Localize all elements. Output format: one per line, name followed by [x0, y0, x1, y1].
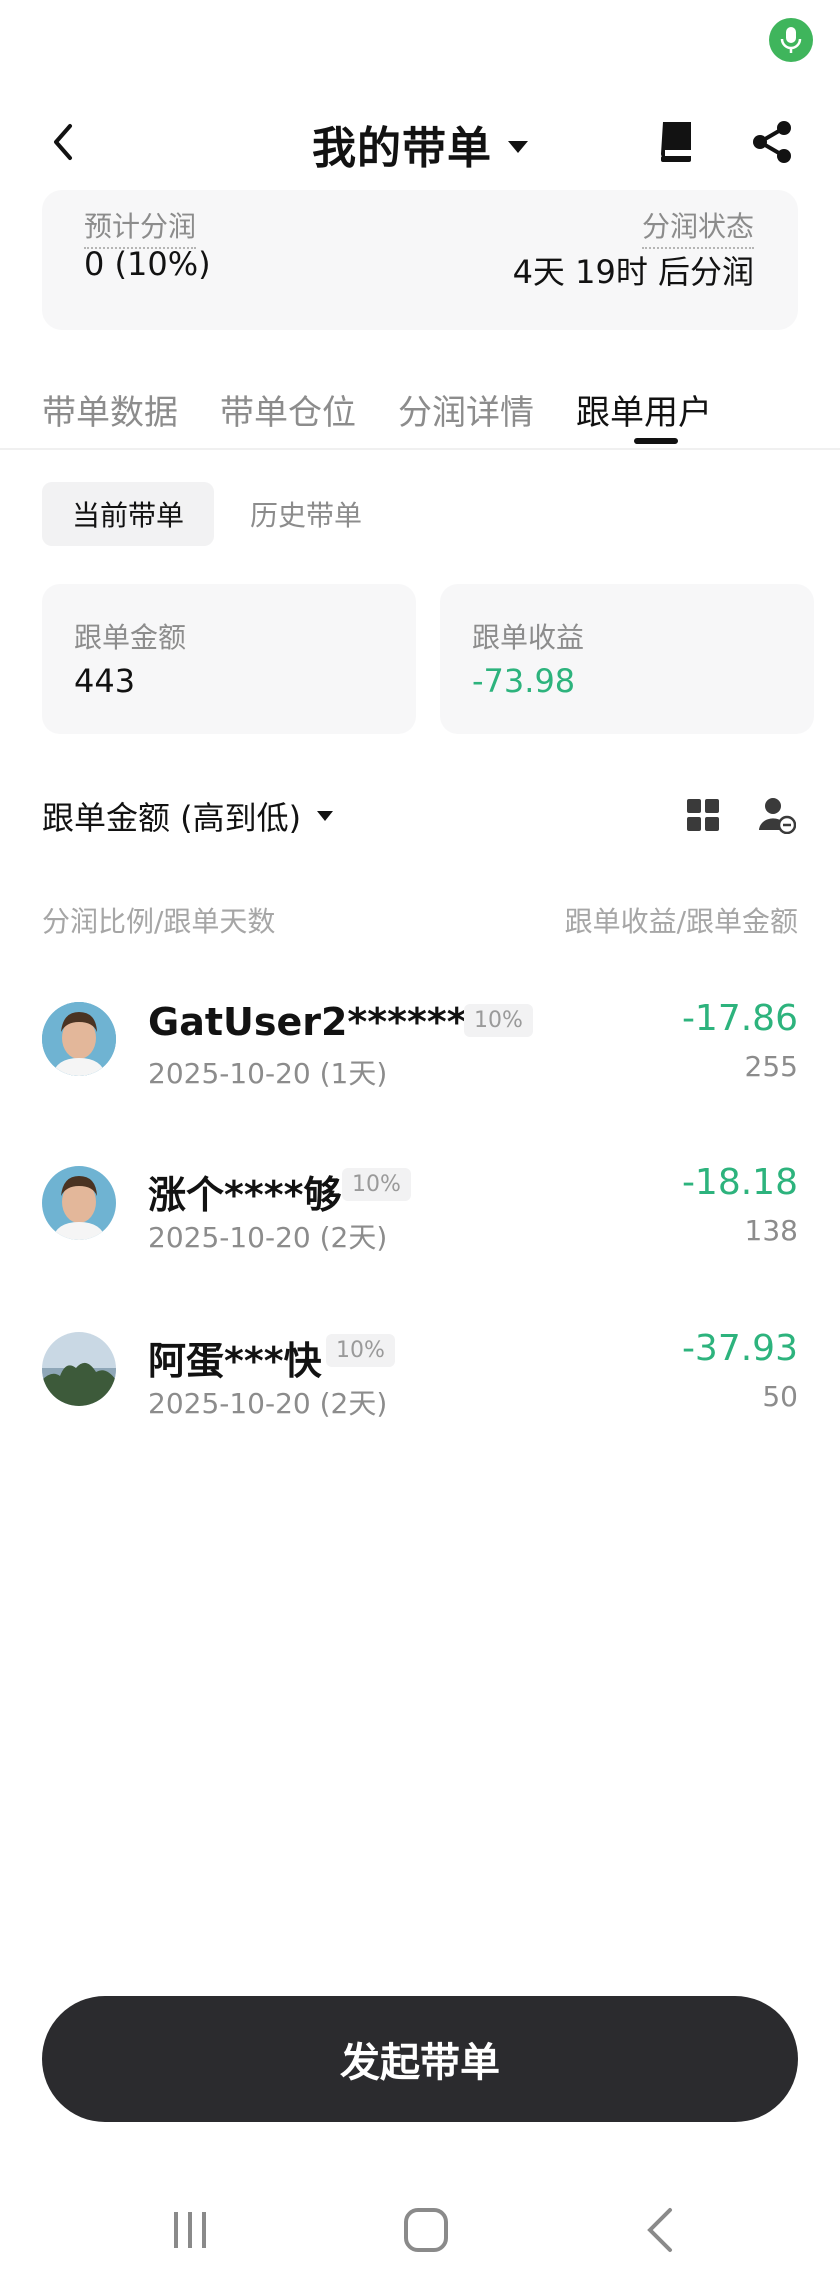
follower-amount: 138: [744, 1214, 798, 1247]
system-back-button[interactable]: [644, 2206, 674, 2254]
follow-date: 2025-10-20 (1天): [148, 1057, 388, 1090]
recent-apps-button[interactable]: [170, 2210, 210, 2250]
avatar: [42, 1332, 116, 1406]
tab-divider: [0, 448, 840, 450]
follow-profit-value: -73.98: [472, 662, 576, 700]
avatar: [42, 1002, 116, 1076]
follower-row[interactable]: 阿蛋***快 10% 2025-10-20 (2天) -37.93 50: [0, 1320, 840, 1460]
active-tab-indicator: [634, 438, 678, 444]
recent-apps-icon: [174, 2212, 206, 2248]
tab-lead-data[interactable]: 带单数据: [42, 385, 178, 434]
follower-profit: -18.18: [681, 1162, 798, 1203]
follower-profit: -17.86: [681, 998, 798, 1039]
microphone-indicator-icon: [769, 18, 813, 62]
follower-row[interactable]: GatUser2******b 10% 2025-10-20 (1天) -17.…: [0, 990, 840, 1130]
share-button[interactable]: [748, 118, 796, 166]
guide-book-button[interactable]: [655, 118, 699, 166]
book-icon: [661, 122, 691, 162]
follow-amount-card: 跟单金额 443: [42, 584, 416, 734]
follow-date: 2025-10-20 (2天): [148, 1221, 388, 1254]
follow-profit-label: 跟单收益: [472, 621, 585, 654]
tab-share-details[interactable]: 分润详情: [398, 385, 534, 434]
share-icon: [753, 121, 791, 163]
share-ratio-badge: 10%: [464, 1004, 533, 1037]
follower-name: GatUser2******b: [148, 1000, 494, 1044]
caret-down-icon: [508, 141, 528, 153]
avatar: [42, 1166, 116, 1240]
follower-name: 涨个****够: [148, 1173, 342, 1217]
follower-amount: 50: [762, 1380, 798, 1413]
follower-profit: -37.93: [681, 1328, 798, 1369]
home-button[interactable]: [404, 2208, 448, 2252]
estimated-share-label[interactable]: 预计分润: [84, 205, 197, 249]
subtab-current[interactable]: 当前带单: [42, 482, 214, 546]
follower-amount: 255: [744, 1050, 798, 1083]
main-tabs: 带单数据 带单仓位 分润详情 跟单用户: [42, 385, 712, 434]
follow-profit-card: 跟单收益 -73.98: [440, 584, 814, 734]
caret-down-icon: [317, 811, 334, 821]
sort-label: 跟单金额 (高到低): [42, 799, 302, 837]
chevron-left-icon: [647, 2208, 672, 2252]
subtab-history[interactable]: 历史带单: [250, 482, 362, 546]
tab-followers[interactable]: 跟单用户: [576, 385, 712, 434]
grid-view-button[interactable]: [686, 798, 720, 832]
page-title: 我的带单: [312, 123, 492, 174]
share-status-value: 4天 19时 后分润: [512, 253, 754, 291]
follow-amount-label: 跟单金额: [74, 621, 187, 654]
follow-amount-value: 443: [74, 662, 136, 700]
start-lead-button[interactable]: 发起带单: [42, 1996, 798, 2122]
manage-followers-button[interactable]: [758, 796, 797, 835]
follower-row[interactable]: 涨个****够 10% 2025-10-20 (2天) -18.18 138: [0, 1154, 840, 1294]
column-header-right: 跟单收益/跟单金额: [564, 905, 798, 938]
share-status-label[interactable]: 分润状态: [641, 205, 754, 249]
follower-name: 阿蛋***快: [148, 1339, 322, 1383]
page-title-dropdown[interactable]: 我的带单: [0, 112, 840, 176]
share-ratio-badge: 10%: [342, 1168, 411, 1201]
estimated-share-value: 0 (10%): [84, 245, 211, 283]
sort-dropdown[interactable]: 跟单金额 (高到低): [42, 793, 334, 839]
grid-icon: [687, 799, 719, 831]
user-remove-icon: [759, 798, 797, 835]
column-header-left: 分润比例/跟单天数: [42, 905, 276, 938]
follow-date: 2025-10-20 (2天): [148, 1387, 388, 1420]
share-ratio-badge: 10%: [326, 1334, 395, 1367]
tab-lead-positions[interactable]: 带单仓位: [220, 385, 356, 434]
